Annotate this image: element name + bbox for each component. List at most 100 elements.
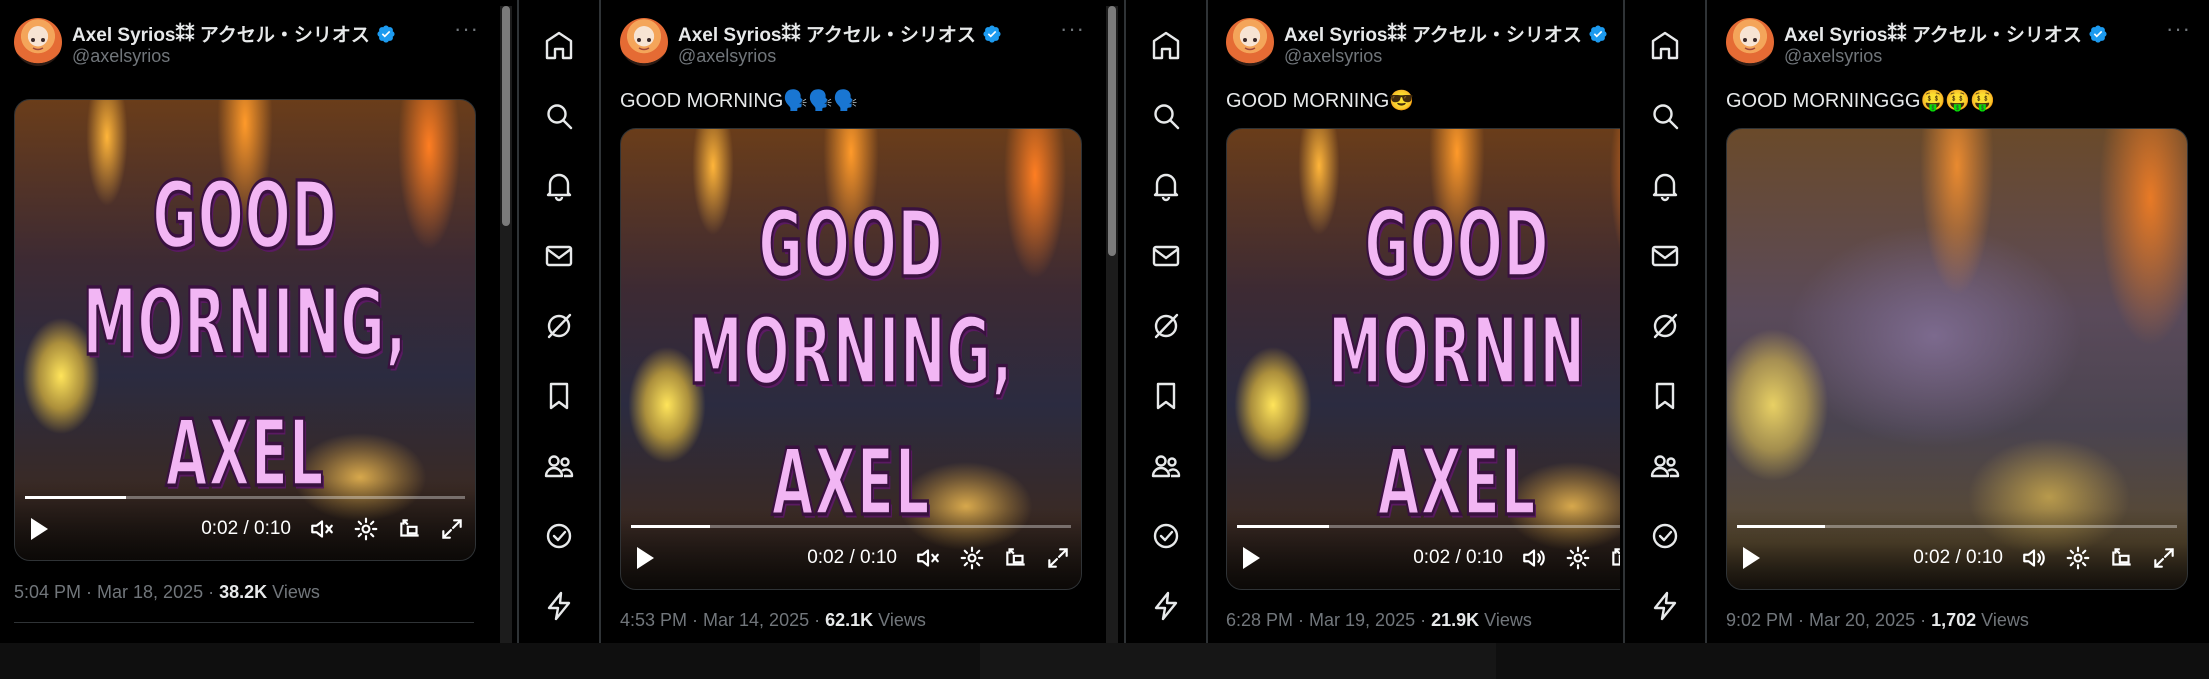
mute-icon[interactable] xyxy=(309,516,335,542)
verified-badge-icon[interactable] xyxy=(1588,24,1608,44)
communities-icon[interactable] xyxy=(1150,450,1182,482)
verified-icon[interactable] xyxy=(1649,520,1681,552)
bell-icon[interactable] xyxy=(1150,170,1182,202)
avatar[interactable] xyxy=(1726,18,1774,66)
video-progress-bar[interactable] xyxy=(1237,525,1620,528)
video-player[interactable]: GOOD MORNING, AXEL 0:02 / 0:10 xyxy=(620,128,1082,590)
communities-icon[interactable] xyxy=(543,450,575,482)
sidebar-nav-1 xyxy=(519,0,599,643)
settings-gear-icon[interactable] xyxy=(353,516,379,542)
video-time: 0:02 / 0:10 xyxy=(201,518,291,539)
author-name-row[interactable]: Axel Syrios⁑⁑ アクセル・シリオス xyxy=(1284,20,1608,47)
video-controls: 0:02 / 0:10 xyxy=(1227,509,1620,589)
video-controls: 0:02 / 0:10 xyxy=(1727,509,2187,589)
communities-icon[interactable] xyxy=(1649,450,1681,482)
video-progress-bar[interactable] xyxy=(631,525,1071,528)
lightning-icon[interactable] xyxy=(1649,590,1681,622)
search-icon[interactable] xyxy=(543,100,575,132)
home-icon[interactable] xyxy=(1649,30,1681,62)
grok-icon[interactable] xyxy=(1150,310,1182,342)
bell-icon[interactable] xyxy=(543,170,575,202)
verified-badge-icon[interactable] xyxy=(982,24,1002,44)
mute-icon[interactable] xyxy=(915,545,941,571)
bookmark-icon[interactable] xyxy=(543,380,575,412)
author-display-name[interactable]: Axel Syrios⁑⁑ アクセル・シリオス xyxy=(1784,20,2082,47)
fullscreen-icon[interactable] xyxy=(2151,545,2177,571)
play-button[interactable] xyxy=(637,547,654,569)
lightning-icon[interactable] xyxy=(1150,590,1182,622)
volume-icon[interactable] xyxy=(2021,545,2047,571)
scrollbar-thumb[interactable] xyxy=(502,6,510,226)
grok-icon[interactable] xyxy=(543,310,575,342)
author-display-name[interactable]: Axel Syrios⁑⁑ アクセル・シリオス xyxy=(678,20,976,47)
fullscreen-icon[interactable] xyxy=(439,516,465,542)
tweet-column-4: Axel Syrios⁑⁑ アクセル・シリオス @axelsyrios ··· … xyxy=(1712,0,2209,643)
more-options-button[interactable]: ··· xyxy=(2166,16,2191,42)
settings-gear-icon[interactable] xyxy=(2065,545,2091,571)
avatar[interactable] xyxy=(14,18,62,66)
video-caption-line-1: GOOD MORNING, xyxy=(688,189,1014,407)
author-handle[interactable]: @axelsyrios xyxy=(678,46,776,67)
scrollbar-track[interactable] xyxy=(500,6,512,643)
play-button[interactable] xyxy=(1243,547,1260,569)
tweet-timestamp[interactable]: 6:28 PM · Mar 19, 2025 · xyxy=(1226,610,1431,630)
author-name-row[interactable]: Axel Syrios⁑⁑ アクセル・シリオス xyxy=(72,20,396,47)
video-player[interactable]: GOOD MORNING, AXEL 0:02 / 0:10 xyxy=(14,99,476,561)
mail-icon[interactable] xyxy=(1150,240,1182,272)
bookmark-icon[interactable] xyxy=(1150,380,1182,412)
separator xyxy=(599,0,601,643)
search-icon[interactable] xyxy=(1150,100,1182,132)
avatar[interactable] xyxy=(620,18,668,66)
video-caption-line-1: GOOD MORNING, xyxy=(82,160,408,378)
more-options-button[interactable]: ··· xyxy=(1060,16,1085,42)
author-name-row[interactable]: Axel Syrios⁑⁑ アクセル・シリオス xyxy=(678,20,1002,47)
picture-in-picture-icon[interactable] xyxy=(1609,545,1620,571)
search-icon[interactable] xyxy=(1649,100,1681,132)
verified-icon[interactable] xyxy=(543,520,575,552)
home-icon[interactable] xyxy=(1150,30,1182,62)
avatar[interactable] xyxy=(1226,18,1274,66)
picture-in-picture-icon[interactable] xyxy=(1003,545,1029,571)
verified-badge-icon[interactable] xyxy=(376,24,396,44)
author-handle[interactable]: @axelsyrios xyxy=(1784,46,1882,67)
play-button[interactable] xyxy=(31,518,48,540)
author-display-name[interactable]: Axel Syrios⁑⁑ アクセル・シリオス xyxy=(72,20,370,47)
bookmark-icon[interactable] xyxy=(1649,380,1681,412)
bell-icon[interactable] xyxy=(1649,170,1681,202)
author-handle[interactable]: @axelsyrios xyxy=(72,46,170,67)
video-player[interactable]: 0:02 / 0:10 xyxy=(1726,128,2188,590)
lightning-icon[interactable] xyxy=(543,590,575,622)
avatar-face-icon xyxy=(1743,38,1757,51)
video-progress-bar[interactable] xyxy=(25,496,465,499)
tweet-timestamp[interactable]: 5:04 PM · Mar 18, 2025 · xyxy=(14,582,219,602)
settings-gear-icon[interactable] xyxy=(959,545,985,571)
author-name-row[interactable]: Axel Syrios⁑⁑ アクセル・シリオス xyxy=(1784,20,2108,47)
author-display-name[interactable]: Axel Syrios⁑⁑ アクセル・シリオス xyxy=(1284,20,1582,47)
mail-icon[interactable] xyxy=(543,240,575,272)
more-options-button[interactable]: ··· xyxy=(454,16,479,42)
picture-in-picture-icon[interactable] xyxy=(2109,545,2135,571)
tweet-timestamp[interactable]: 9:02 PM · Mar 20, 2025 · xyxy=(1726,610,1931,630)
verified-icon[interactable] xyxy=(1150,520,1182,552)
video-caption-line-1: GOOD MORNIN xyxy=(1327,189,1586,407)
fullscreen-icon[interactable] xyxy=(1045,545,1071,571)
views-label: Views xyxy=(1976,610,2029,630)
settings-gear-icon[interactable] xyxy=(1565,545,1591,571)
separator xyxy=(1206,0,1208,643)
mail-icon[interactable] xyxy=(1649,240,1681,272)
home-icon[interactable] xyxy=(543,30,575,62)
scrollbar-track[interactable] xyxy=(1106,6,1118,643)
play-button[interactable] xyxy=(1743,547,1760,569)
author-handle[interactable]: @axelsyrios xyxy=(1284,46,1382,67)
video-player[interactable]: GOOD MORNIN AXEL 0:02 / 0:10 xyxy=(1226,128,1620,590)
picture-in-picture-icon[interactable] xyxy=(397,516,423,542)
tweet-timestamp[interactable]: 4:53 PM · Mar 14, 2025 · xyxy=(620,610,825,630)
video-controls: 0:02 / 0:10 xyxy=(15,480,475,560)
bottom-band-shape xyxy=(980,643,1496,679)
video-progress-bar[interactable] xyxy=(1737,525,2177,528)
verified-badge-icon[interactable] xyxy=(2088,24,2108,44)
scrollbar-thumb[interactable] xyxy=(1108,6,1116,256)
tweet-meta: 5:04 PM · Mar 18, 2025 · 38.2K Views xyxy=(14,582,320,603)
volume-icon[interactable] xyxy=(1521,545,1547,571)
grok-icon[interactable] xyxy=(1649,310,1681,342)
